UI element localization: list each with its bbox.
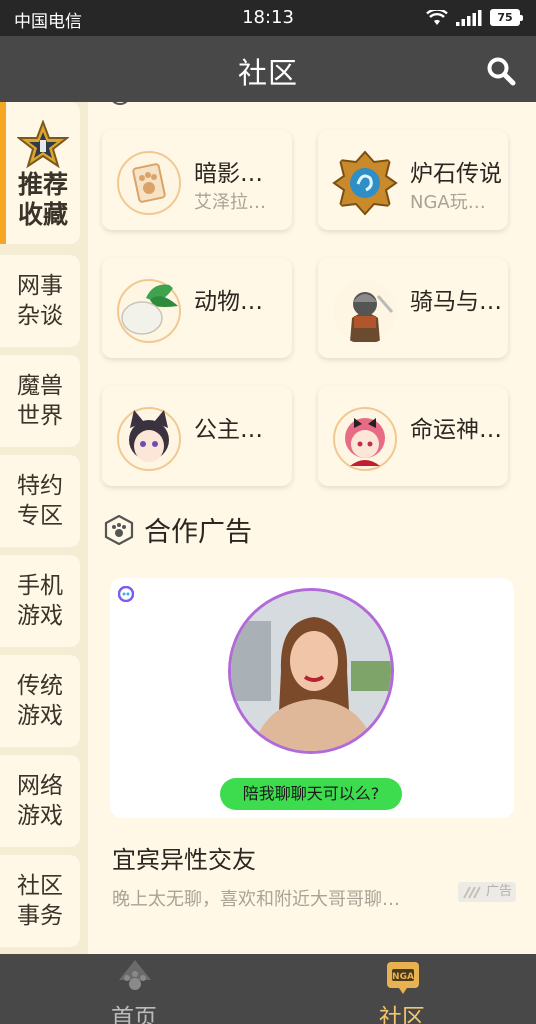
- nga-community-icon: NGA: [387, 962, 419, 994]
- hearthstone-icon: [332, 150, 398, 216]
- app-logo-icon: [118, 586, 134, 602]
- forum-card-mount-blade[interactable]: 骑马与…: [318, 258, 508, 358]
- sidebar-item-label: 传统游戏: [17, 673, 63, 729]
- ad-cta-pill[interactable]: 陪我聊聊天可以么?: [220, 778, 402, 810]
- tab-home[interactable]: 首页: [0, 954, 268, 1024]
- search-icon[interactable]: [486, 56, 516, 86]
- home-paw-icon: [119, 960, 151, 990]
- forum-name: 公主…: [194, 417, 263, 443]
- sidebar-item-label: 网事杂谈: [17, 273, 63, 329]
- ad-card[interactable]: 陪我聊聊天可以么? 宜宾异性交友 晚上太无聊，喜欢和附近大哥哥聊… 广告: [102, 578, 516, 918]
- forum-card-hearthstone[interactable]: 炉石传说 NGA玩…: [318, 130, 508, 230]
- forum-name: 暗影…: [194, 161, 263, 187]
- knight-icon: [332, 278, 398, 344]
- sidebar-item-online-games[interactable]: 网络游戏: [0, 755, 80, 847]
- sidebar-item-label: 网络游戏: [17, 773, 63, 829]
- sidebar-item-recommended[interactable]: 推荐收藏: [0, 102, 80, 244]
- section-icon-partial: [112, 102, 128, 105]
- wifi-icon: [426, 9, 448, 25]
- forum-card-princess[interactable]: 公主…: [102, 386, 292, 486]
- battery-icon: 75: [490, 9, 523, 26]
- forum-sub: 艾泽拉…: [194, 192, 266, 213]
- pink-hair-girl-icon: [332, 406, 398, 472]
- tab-label: 社区: [379, 1005, 425, 1024]
- sidebar-item-special[interactable]: 特约专区: [0, 455, 80, 547]
- forum-name: 炉石传说: [410, 161, 502, 187]
- sidebar-item-label: 特约专区: [17, 473, 63, 529]
- forum-content: 暗影… 艾泽拉… 炉石传说 NGA玩… 动物… 骑马与… 公主… 命运神… 合作…: [88, 102, 536, 954]
- sidebar-item-community-affairs[interactable]: 社区事务: [0, 855, 80, 947]
- sidebar-item-misc[interactable]: 网事杂谈: [0, 255, 80, 347]
- catgirl-icon: [116, 406, 182, 472]
- forum-sub: NGA玩…: [410, 192, 486, 213]
- ad-portrait-image: [228, 588, 394, 754]
- ad-section-header: 合作广告: [104, 510, 252, 549]
- ad-banner[interactable]: 陪我聊聊天可以么?: [110, 578, 514, 818]
- forum-card-animal[interactable]: 动物…: [102, 258, 292, 358]
- section-title: 合作广告: [144, 517, 252, 548]
- sidebar-item-wow[interactable]: 魔兽世界: [0, 355, 80, 447]
- ad-badge-label: 广告: [485, 884, 512, 899]
- tab-label: 首页: [111, 1005, 157, 1024]
- tab-community[interactable]: NGA 社区: [268, 954, 536, 1024]
- forum-name: 动物…: [194, 289, 263, 315]
- forum-card-fate[interactable]: 命运神…: [318, 386, 508, 486]
- sidebar-item-label: 推荐收藏: [17, 170, 68, 229]
- paw-shield-icon: [104, 514, 134, 545]
- bottom-tab-bar: 首页 NGA 社区: [0, 954, 536, 1024]
- ad-badge: 广告: [458, 882, 516, 902]
- nav-bar: 社区: [0, 36, 536, 102]
- status-icons: 75: [426, 9, 523, 26]
- sidebar-item-label: 手机游戏: [17, 573, 63, 629]
- paw-card-icon: [116, 150, 182, 216]
- ad-description: 晚上太无聊，喜欢和附近大哥哥聊…: [112, 889, 400, 910]
- sidebar-item-mobile-games[interactable]: 手机游戏: [0, 555, 80, 647]
- category-sidebar: 推荐收藏 网事杂谈 魔兽世界 特约专区 手机游戏 传统游戏 网络游戏 社区事务: [0, 102, 88, 954]
- page-title: 社区: [237, 56, 298, 90]
- forum-name: 命运神…: [410, 417, 502, 443]
- forum-name: 骑马与…: [410, 289, 502, 315]
- forum-card-shadow[interactable]: 暗影… 艾泽拉…: [102, 130, 292, 230]
- ad-headline[interactable]: 宜宾异性交友: [112, 840, 256, 875]
- svg-text:NGA: NGA: [392, 972, 414, 982]
- sidebar-item-label: 魔兽世界: [17, 373, 63, 429]
- star-badge-icon: [17, 120, 69, 169]
- sidebar-item-label: 社区事务: [17, 873, 63, 929]
- signal-icon: [456, 9, 482, 26]
- sidebar-item-classic-games[interactable]: 传统游戏: [0, 655, 80, 747]
- ad-stripes-icon: [463, 886, 481, 899]
- status-bar: 中国电信 18:13 75: [0, 0, 536, 36]
- turnip-icon: [116, 278, 182, 344]
